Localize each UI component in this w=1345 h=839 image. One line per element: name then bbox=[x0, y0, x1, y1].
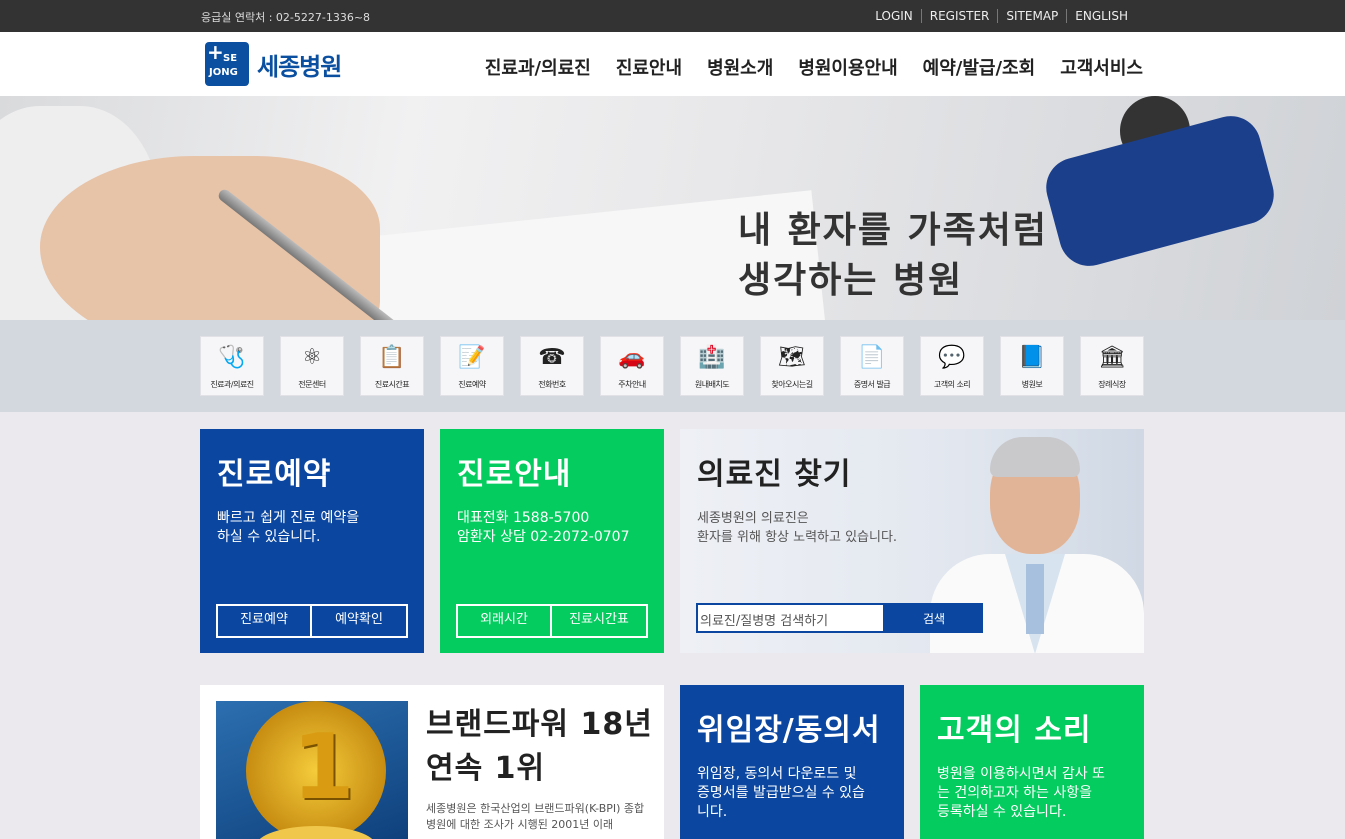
quick-menu: 🩺 진료과/의료진 ⚛ 전문센터 📋 진료시간표 📝 진료예약 ☎ 전화번호 🚗 주차안내 … bbox=[0, 320, 1345, 412]
quick-item-floorplan[interactable]: 🏥 원내배치도 bbox=[680, 336, 744, 396]
logo-text: 세종병원 bbox=[257, 52, 342, 81]
top-links: LOGIN REGISTER SITEMAP ENGLISH bbox=[867, 9, 1136, 23]
nav-customer-service[interactable]: 고객서비스 bbox=[1060, 54, 1143, 80]
brand-power-desc: 세종병원은 한국산업의 브랜드파워(K-BPI) 종합병원에 대한 조사가 시행… bbox=[426, 802, 645, 831]
quick-item-centers[interactable]: ⚛ 전문센터 bbox=[280, 336, 344, 396]
pen-note-icon: 📝 bbox=[458, 345, 486, 370]
brand-power-card[interactable]: 1 브랜드파워 18년 연속 1위 세종병원은 한국산업의 브랜드파워(K-BP… bbox=[200, 685, 664, 839]
consent-forms-card[interactable]: 위임장/동의서 위임장, 동의서 다운로드 및 증명서를 발급받으실 수 있습 … bbox=[680, 685, 904, 839]
main-nav: 진료과/의료진 진료안내 병원소개 병원이용안내 예약/발급/조회 고객서비스 bbox=[485, 54, 1143, 80]
quick-item-label: 원내배치도 bbox=[694, 380, 730, 389]
reservation-buttons: 진료예약 예약확인 bbox=[216, 604, 408, 638]
site-header: + SE JONG 세종병원 진료과/의료진 진료안내 병원소개 병원이용안내 … bbox=[0, 32, 1345, 96]
make-reservation-button[interactable]: 진료예약 bbox=[218, 606, 312, 636]
building-icon: 🏛 bbox=[1098, 345, 1126, 370]
hero-title-line2: 생각하는 병원 bbox=[738, 260, 964, 301]
quick-item-newsletter[interactable]: 📘 병원보 bbox=[1000, 336, 1064, 396]
nav-about[interactable]: 병원소개 bbox=[707, 54, 773, 80]
quick-item-label: 진료과/의료진 bbox=[210, 380, 254, 389]
quick-item-label: 병원보 bbox=[1021, 380, 1043, 389]
document-icon: 📄 bbox=[858, 345, 886, 370]
login-link[interactable]: LOGIN bbox=[867, 9, 921, 23]
phone-icon: ☎ bbox=[538, 345, 566, 370]
book-icon: 📘 bbox=[1018, 345, 1046, 370]
car-icon: 🚗 bbox=[618, 345, 646, 370]
doctor-search-form: 의료진/질병명 검색하기 검색 bbox=[696, 603, 983, 633]
quick-item-label: 찾아오시는길 bbox=[771, 380, 813, 389]
quick-item-label: 진료예약 bbox=[458, 380, 486, 389]
top-bar: 응급실 연락처 : 02-5227-1336~8 LOGIN REGISTER … bbox=[0, 0, 1345, 32]
hero-hand bbox=[40, 156, 380, 320]
floorplan-icon: 🏥 bbox=[698, 345, 726, 370]
customer-voice-desc: 병원을 이용하시면서 감사 또 는 건의하고자 하는 사항을 등록하실 수 있습… bbox=[937, 766, 1105, 820]
quick-item-reservation[interactable]: 📝 진료예약 bbox=[440, 336, 504, 396]
plus-icon: + bbox=[207, 40, 224, 64]
quick-item-funeral[interactable]: 🏛 장례식장 bbox=[1080, 336, 1144, 396]
quick-item-parking[interactable]: 🚗 주차안내 bbox=[600, 336, 664, 396]
nav-reservation[interactable]: 예약/발급/조회 bbox=[923, 54, 1036, 80]
quick-item-label: 전화번호 bbox=[538, 380, 566, 389]
check-reservation-button[interactable]: 예약확인 bbox=[312, 606, 406, 636]
map-icon: 🗺 bbox=[778, 345, 806, 370]
doctor-search-title: 의료진 찾기 bbox=[697, 457, 852, 492]
doctor-search-desc: 세종병원의 의료진은 환자를 위해 항상 노력하고 있습니다. bbox=[697, 511, 898, 545]
consent-forms-title: 위임장/동의서 bbox=[697, 713, 881, 748]
doctor-hair bbox=[990, 437, 1080, 477]
reservation-desc: 빠르고 쉽게 진료 예약을 하실 수 있습니다. bbox=[217, 510, 360, 545]
consent-forms-desc: 위임장, 동의서 다운로드 및 증명서를 발급받으실 수 있습 니다. bbox=[697, 766, 865, 820]
speech-bubble-icon: 💬 bbox=[938, 345, 966, 370]
english-link[interactable]: ENGLISH bbox=[1066, 9, 1136, 23]
doctor-search-button[interactable]: 검색 bbox=[885, 603, 983, 633]
schedule-icon: 📋 bbox=[378, 345, 406, 370]
customer-voice-card[interactable]: 고객의 소리 병원을 이용하시면서 감사 또 는 건의하고자 하는 사항을 등록… bbox=[920, 685, 1144, 839]
quick-item-directions[interactable]: 🗺 찾아오시는길 bbox=[760, 336, 824, 396]
hero-title-line1: 내 환자를 가족처럼 bbox=[738, 210, 1049, 251]
medal-base bbox=[256, 826, 376, 839]
quick-item-label: 주차안내 bbox=[618, 380, 646, 389]
hero-banner bbox=[0, 96, 1345, 320]
guide-desc: 대표전화 1588-5700 암환자 상담 02-2072-0707 bbox=[457, 510, 630, 545]
quick-item-voice[interactable]: 💬 고객의 소리 bbox=[920, 336, 984, 396]
stethoscope-icon: 🩺 bbox=[218, 345, 246, 370]
hero-title: 내 환자를 가족처럼 생각하는 병원 bbox=[738, 206, 1048, 306]
quick-item-label: 증명서 발급 bbox=[853, 380, 891, 389]
quick-item-label: 고객의 소리 bbox=[933, 380, 971, 389]
nav-treatment-guide[interactable]: 진료안내 bbox=[616, 54, 682, 80]
emergency-contact: 응급실 연락처 : 02-5227-1336~8 bbox=[201, 11, 371, 24]
logo-mark-icon: + SE JONG bbox=[205, 40, 249, 86]
blood-pressure-cuff bbox=[1039, 109, 1281, 273]
outpatient-hours-button[interactable]: 외래시간 bbox=[458, 606, 552, 636]
timetable-button[interactable]: 진료시간표 bbox=[552, 606, 646, 636]
doctor-search-card: 의료진 찾기 세종병원의 의료진은 환자를 위해 항상 노력하고 있습니다. 의… bbox=[680, 429, 1144, 653]
sitemap-link[interactable]: SITEMAP bbox=[997, 9, 1066, 23]
medal-number: 1 bbox=[292, 715, 355, 820]
reservation-title: 진로예약 bbox=[217, 457, 332, 492]
logo-mark-jong: JONG bbox=[209, 67, 238, 78]
reservation-card: 진로예약 빠르고 쉽게 진료 예약을 하실 수 있습니다. 진료예약 예약확인 bbox=[200, 429, 424, 653]
nav-usage-guide[interactable]: 병원이용안내 bbox=[798, 54, 897, 80]
quick-item-label: 전문센터 bbox=[298, 380, 326, 389]
brand-award-image: 1 bbox=[216, 701, 408, 839]
quick-item-label: 장례식장 bbox=[1098, 380, 1126, 389]
brand-power-title: 브랜드파워 18년 연속 1위 bbox=[426, 707, 653, 786]
quick-item-phone[interactable]: ☎ 전화번호 bbox=[520, 336, 584, 396]
quick-item-certificate[interactable]: 📄 증명서 발급 bbox=[840, 336, 904, 396]
quick-item-schedule[interactable]: 📋 진료시간표 bbox=[360, 336, 424, 396]
doctor-tie bbox=[1026, 564, 1044, 634]
quick-item-label: 진료시간표 bbox=[374, 380, 410, 389]
guide-title: 진로안내 bbox=[457, 457, 572, 492]
register-link[interactable]: REGISTER bbox=[920, 9, 998, 23]
customer-voice-title: 고객의 소리 bbox=[937, 713, 1092, 748]
quick-item-departments[interactable]: 🩺 진료과/의료진 bbox=[200, 336, 264, 396]
guide-buttons: 외래시간 진료시간표 bbox=[456, 604, 648, 638]
nav-departments[interactable]: 진료과/의료진 bbox=[485, 54, 591, 80]
doctor-search-input[interactable]: 의료진/질병명 검색하기 bbox=[696, 603, 885, 633]
molecule-icon: ⚛ bbox=[302, 345, 322, 370]
site-logo[interactable]: + SE JONG 세종병원 bbox=[205, 40, 342, 86]
guide-card: 진로안내 대표전화 1588-5700 암환자 상담 02-2072-0707 … bbox=[440, 429, 664, 653]
logo-mark-se: SE bbox=[223, 53, 238, 64]
